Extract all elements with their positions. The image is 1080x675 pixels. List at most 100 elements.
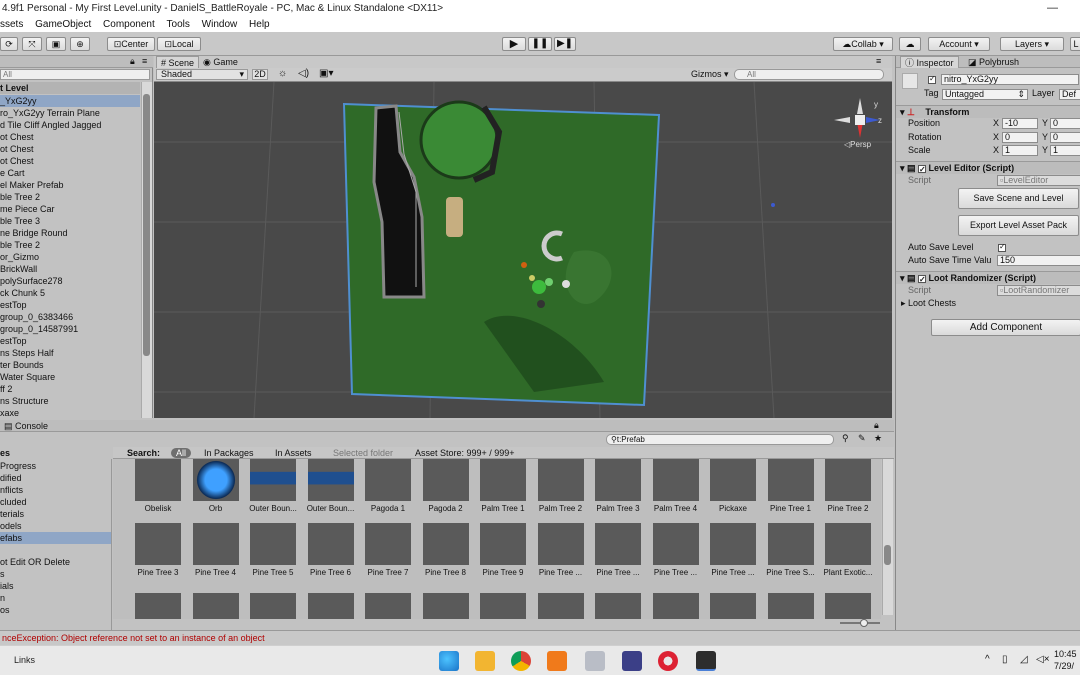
asset-tile[interactable]: [359, 593, 417, 619]
project-tree-item[interactable]: efabs: [0, 532, 111, 544]
scene-search-input[interactable]: All: [734, 69, 884, 80]
account-dropdown[interactable]: Account ▾: [928, 37, 990, 51]
autosave-checkbox[interactable]: [998, 242, 1006, 252]
asset-tile[interactable]: Pine Tree 4: [187, 523, 245, 589]
audio-icon[interactable]: ◁): [298, 68, 309, 79]
scale-tool-icon[interactable]: ⤧: [22, 37, 42, 51]
minimize-button[interactable]: —: [1047, 0, 1058, 17]
filter-asset-store[interactable]: Asset Store: 999+ / 999+: [415, 447, 515, 459]
hierarchy-item[interactable]: Water Square: [0, 371, 140, 383]
hierarchy-item[interactable]: _YxG2yy: [0, 95, 140, 107]
layer-dropdown[interactable]: Def: [1059, 89, 1080, 100]
project-tree-item[interactable]: dified: [0, 472, 111, 484]
asset-tile[interactable]: [187, 593, 245, 619]
error-message[interactable]: nceException: Object reference not set t…: [2, 633, 265, 643]
hierarchy-item[interactable]: ck Chunk 5: [0, 287, 140, 299]
hierarchy-item[interactable]: e Cart: [0, 167, 140, 179]
gizmos-dropdown[interactable]: Gizmos ▾: [691, 69, 731, 80]
hierarchy-item[interactable]: estTop: [0, 299, 140, 311]
asset-grid-scrollbar[interactable]: [882, 459, 893, 615]
hierarchy-item[interactable]: estTop: [0, 335, 140, 347]
save-scene-level-button[interactable]: Save Scene and Level: [958, 188, 1079, 209]
asset-tile[interactable]: [244, 593, 302, 619]
scale-y-field[interactable]: 1: [1050, 145, 1080, 156]
hierarchy-item[interactable]: xaxe: [0, 407, 140, 419]
asset-tile[interactable]: Plant Exotic...: [819, 523, 877, 589]
network-icon[interactable]: ◿: [1020, 654, 1028, 665]
asset-tile[interactable]: Orb: [187, 459, 245, 525]
rotation-x-field[interactable]: 0: [1002, 132, 1038, 143]
asset-tile[interactable]: [532, 593, 590, 619]
loot-randomizer-header[interactable]: ▾ ▤ Loot Randomizer (Script): [896, 271, 1080, 286]
pivot-local-button[interactable]: ⊡Local: [157, 37, 201, 51]
hierarchy-item[interactable]: or_Gizmo: [0, 251, 140, 263]
tab-scene[interactable]: # Scene: [156, 56, 200, 68]
hierarchy-item[interactable]: ble Tree 3: [0, 215, 140, 227]
links-toolbar[interactable]: Links: [14, 655, 35, 665]
menu-tools[interactable]: Tools: [167, 17, 190, 32]
asset-tile[interactable]: [589, 593, 647, 619]
hierarchy-item[interactable]: ff 2: [0, 383, 140, 395]
asset-tile[interactable]: Pine Tree ...: [704, 523, 762, 589]
hierarchy-item[interactable]: ot Chest: [0, 155, 140, 167]
object-name-field[interactable]: nitro_YxG2yy: [941, 74, 1079, 85]
lighting-icon[interactable]: ☼: [278, 68, 287, 79]
asset-tile[interactable]: Pagoda 2: [417, 459, 475, 525]
menu-help[interactable]: Help: [249, 17, 270, 32]
asset-tile[interactable]: [647, 593, 705, 619]
tab-inspector[interactable]: ⓘ Inspector: [900, 56, 959, 68]
hierarchy-item[interactable]: ns Steps Half: [0, 347, 140, 359]
asset-tile[interactable]: Pine Tree ...: [647, 523, 705, 589]
loot-chests-foldout[interactable]: ▸ Loot Chests: [901, 298, 956, 309]
hierarchy-item[interactable]: group_0_14587991: [0, 323, 140, 335]
hierarchy-item[interactable]: me Piece Car: [0, 203, 140, 215]
tray-chevron-icon[interactable]: ^: [985, 654, 990, 665]
app-icon[interactable]: [622, 651, 642, 671]
project-tree-item[interactable]: n: [0, 592, 111, 604]
scrollbar-thumb[interactable]: [884, 545, 891, 565]
thumbnail-size-slider[interactable]: [840, 619, 880, 627]
filter-selected-folder[interactable]: Selected folder: [333, 447, 393, 459]
project-tree-item[interactable]: s: [0, 568, 111, 580]
clock-time[interactable]: 10:45: [1054, 649, 1077, 659]
project-tree-item[interactable]: os: [0, 604, 111, 616]
volume-icon[interactable]: ◁×: [1036, 654, 1050, 665]
hierarchy-scrollbar[interactable]: [141, 82, 152, 418]
hierarchy-item[interactable]: BrickWall: [0, 263, 140, 275]
tab-console[interactable]: ▤ Console: [0, 420, 52, 432]
rotate-tool-icon[interactable]: ⟳: [0, 37, 18, 51]
asset-tile[interactable]: Pine Tree 9: [474, 523, 532, 589]
label-icon[interactable]: ✎: [858, 433, 866, 444]
layout-dropdown[interactable]: L: [1070, 37, 1080, 51]
asset-tile[interactable]: Pine Tree 1: [762, 459, 820, 525]
asset-tile[interactable]: Outer Boun...: [244, 459, 302, 525]
asset-tile[interactable]: Obelisk: [129, 459, 187, 525]
asset-tile[interactable]: Pine Tree 3: [129, 523, 187, 589]
tab-game[interactable]: ◉ Game: [199, 56, 242, 68]
active-checkbox[interactable]: [928, 74, 936, 84]
asset-tile[interactable]: Pine Tree ...: [532, 523, 590, 589]
file-explorer-icon[interactable]: [475, 651, 495, 671]
project-search-input[interactable]: ⚲t:Prefab: [606, 434, 834, 445]
edge-icon[interactable]: [439, 651, 459, 671]
asset-tile[interactable]: [819, 593, 877, 619]
hierarchy-item[interactable]: ble Tree 2: [0, 191, 140, 203]
pause-button[interactable]: ❚❚: [528, 37, 552, 51]
menu-window[interactable]: Window: [202, 17, 238, 32]
asset-tile[interactable]: Pagoda 1: [359, 459, 417, 525]
asset-tile[interactable]: [302, 593, 360, 619]
orientation-gizmo[interactable]: y z ◁Persp: [830, 96, 890, 156]
hierarchy-item[interactable]: d Tile Cliff Angled Jagged: [0, 119, 140, 131]
battery-icon[interactable]: ▯: [1002, 654, 1008, 665]
scale-x-field[interactable]: 1: [1002, 145, 1038, 156]
effects-icon[interactable]: ▣▾: [319, 68, 333, 79]
asset-tile[interactable]: [129, 593, 187, 619]
persp-label[interactable]: ◁Persp: [844, 140, 871, 149]
asset-tile[interactable]: Palm Tree 3: [589, 459, 647, 525]
hierarchy-item[interactable]: group_0_6383466: [0, 311, 140, 323]
lock-icon[interactable]: 🔒︎: [130, 56, 135, 67]
chrome-icon[interactable]: [511, 651, 531, 671]
2d-toggle[interactable]: 2D: [252, 69, 268, 80]
cloud-icon[interactable]: ☁: [899, 37, 921, 51]
hierarchy-item[interactable]: ns Structure: [0, 395, 140, 407]
